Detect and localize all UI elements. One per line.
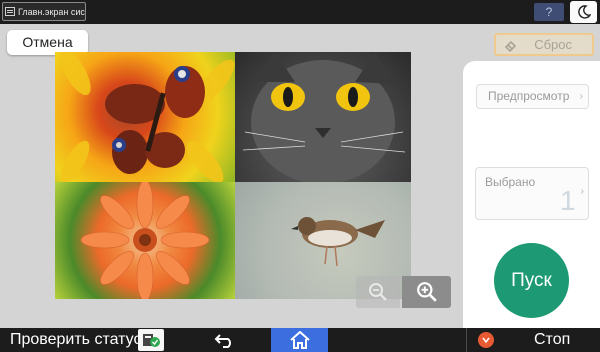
reset-label: Сброс bbox=[534, 37, 572, 52]
back-arrow-icon bbox=[214, 334, 231, 348]
zoom-out-icon bbox=[369, 283, 387, 301]
back-button[interactable] bbox=[210, 328, 240, 352]
zoom-in-button[interactable] bbox=[402, 276, 451, 308]
system-home-screen-button[interactable]: Главн.экран сист. bbox=[2, 2, 86, 21]
butterfly-photo bbox=[55, 52, 235, 182]
bottom-bar: Проверить статус Стоп bbox=[0, 328, 600, 352]
status-check-icon[interactable] bbox=[138, 329, 164, 351]
stop-button[interactable]: Стоп bbox=[466, 328, 600, 352]
preview-label: Предпросмотр bbox=[488, 89, 570, 103]
selected-count: 1 bbox=[560, 185, 576, 216]
top-bar: Главн.экран сист. ? bbox=[0, 0, 600, 24]
system-home-screen-label: Главн.экран сист. bbox=[18, 6, 86, 17]
stop-label: Стоп bbox=[534, 331, 571, 348]
screen-icon bbox=[5, 7, 15, 16]
image-preview-area[interactable] bbox=[55, 52, 411, 299]
preview-button[interactable]: Предпросмотр › bbox=[476, 84, 589, 109]
selected-label: Выбрано bbox=[485, 175, 536, 189]
reset-button[interactable]: Сброс bbox=[494, 33, 594, 56]
home-button[interactable] bbox=[271, 328, 328, 352]
check-status-button[interactable]: Проверить статус bbox=[10, 330, 141, 350]
night-mode-button[interactable] bbox=[570, 1, 597, 23]
help-button[interactable]: ? bbox=[534, 3, 564, 21]
chevron-right-icon: › bbox=[579, 91, 583, 102]
zoom-in-icon bbox=[416, 282, 437, 302]
start-button[interactable]: Пуск bbox=[494, 243, 569, 318]
zoom-out-button[interactable] bbox=[356, 276, 400, 308]
cat-photo bbox=[235, 52, 411, 182]
flower-photo bbox=[55, 182, 235, 299]
moon-icon bbox=[577, 5, 591, 19]
stop-icon bbox=[478, 332, 494, 348]
selected-count-button[interactable]: Выбрано 1 › bbox=[475, 167, 589, 220]
eraser-icon bbox=[504, 40, 517, 52]
chevron-right-icon: › bbox=[580, 186, 584, 197]
home-icon bbox=[289, 331, 310, 349]
